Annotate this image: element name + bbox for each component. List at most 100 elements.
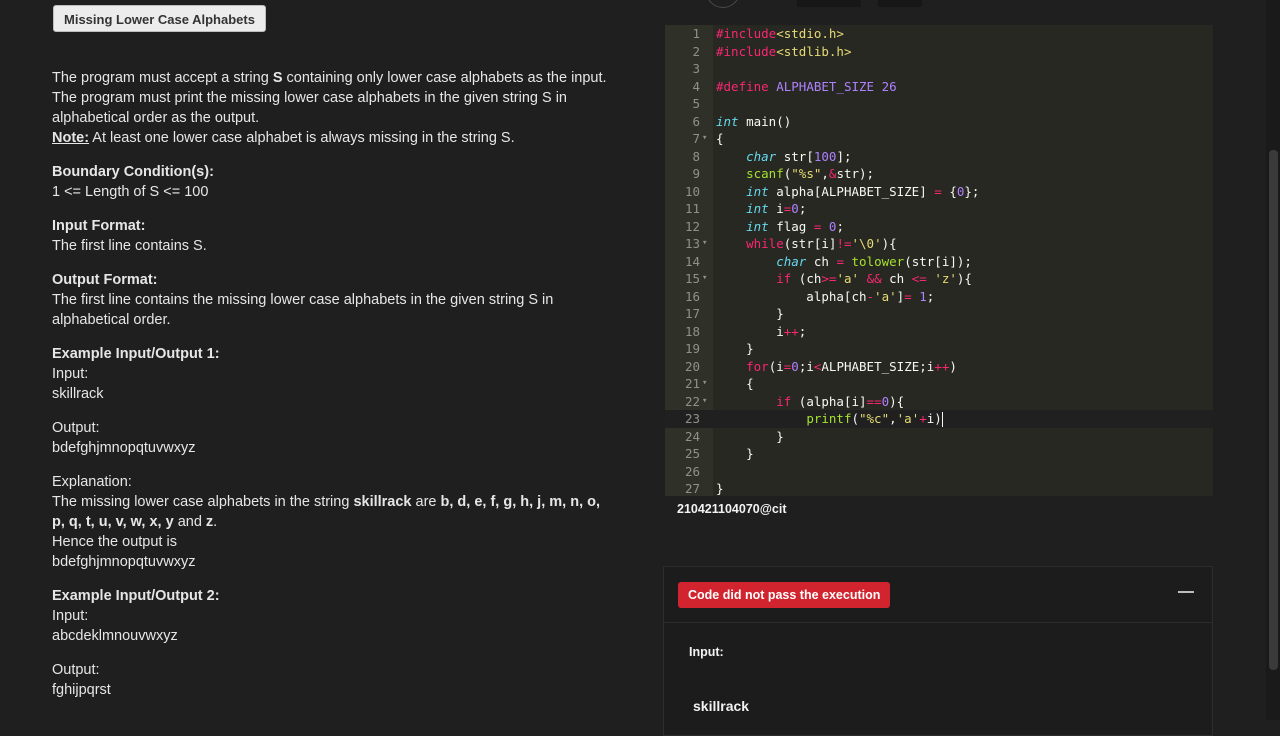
expl-text: and (173, 514, 206, 530)
top-tab-stub (878, 0, 922, 7)
fold-arrow-icon[interactable]: ▾ (702, 375, 710, 393)
collapse-icon[interactable] (1178, 579, 1194, 595)
code-line[interactable]: 5 (665, 95, 1213, 113)
code-line[interactable]: 27} (665, 480, 1213, 496)
line-number: 4 (692, 78, 700, 94)
code-line[interactable]: 21 ▾ { (665, 375, 1213, 393)
execution-result-panel: Code did not pass the execution Input: s… (663, 566, 1213, 736)
line-number: 8 (692, 148, 700, 164)
code-text: i++; (716, 323, 807, 339)
example2-output: fghijpqrst (52, 682, 111, 698)
line-number: 26 (684, 463, 700, 479)
description-paragraph: The program must accept a string S conta… (52, 68, 612, 128)
example1-heading: Example Input/Output 1: (52, 346, 220, 362)
code-line[interactable]: 7 ▾ { (665, 130, 1213, 148)
desc-text: The program must accept a string (52, 70, 273, 86)
code-line[interactable]: 15 ▾ if (ch>='a' && ch <= 'z'){ (665, 270, 1213, 288)
line-number: 1 (692, 26, 700, 41)
code-text: } (716, 341, 754, 356)
result-input-label: Input: (689, 645, 724, 659)
code-text: #include<stdio.h> (716, 26, 844, 41)
line-number: 7 (692, 131, 700, 146)
status-badge: Code did not pass the execution (678, 582, 891, 608)
explanation-text: The missing lower case alphabets in the … (52, 492, 612, 532)
boundary-heading: Boundary Condition(s): (52, 164, 214, 180)
code-line[interactable]: 12 int flag = 0; (665, 218, 1213, 236)
code-line[interactable]: 1 #include<stdio.h> (665, 25, 1213, 43)
code-text: #define ALPHABET_SIZE 26 (716, 78, 897, 94)
expl-text: are (411, 494, 441, 510)
line-number: 15 (684, 271, 700, 286)
code-text: int flag = 0; (746, 218, 844, 234)
result-input-value: skillrack (693, 698, 750, 714)
code-text: if (ch>='a' && ch <= 'z'){ (776, 271, 972, 286)
code-line[interactable]: 19 } (665, 340, 1213, 358)
user-id-label: 210421104070@cit (677, 502, 787, 516)
page-scrollbar[interactable] (1266, 0, 1280, 720)
note-text: At least one lower case alphabet is alwa… (89, 130, 515, 146)
code-editor[interactable]: 1 #include<stdio.h> 2 #include<stdlib.h> 3 4 #… (665, 25, 1213, 496)
problem-panel: Missing Lower Case Alphabets The program… (0, 0, 640, 720)
hence-output: bdefghjmnopqtuvwxyz (52, 554, 196, 570)
code-text: while(str[i]!='\0'){ (746, 236, 897, 251)
input-format-text: The first line contains S. (52, 238, 207, 254)
line-number: 6 (692, 113, 700, 129)
example1-output: bdefghjmnopqtuvwxyz (52, 440, 196, 456)
line-number: 20 (684, 358, 700, 374)
code-text: } (716, 306, 784, 321)
line-number: 19 (684, 341, 700, 356)
code-text: int main() (716, 113, 792, 129)
code-line[interactable]: 3 (665, 60, 1213, 78)
code-text: int alpha[ALPHABET_SIZE] = {0}; (746, 183, 980, 199)
note-label: Note: (52, 130, 90, 146)
example2-output-label: Output: (52, 662, 100, 678)
code-text: printf("%c",'a'+i) (806, 411, 943, 427)
divider (664, 622, 1212, 623)
code-line[interactable]: 13 ▾ while(str[i]!='\0'){ (665, 235, 1213, 253)
code-line[interactable]: 24 } (665, 428, 1213, 446)
code-text: for(i=0;i<ALPHABET_SIZE;i++) (746, 358, 957, 374)
line-number: 23 (684, 411, 700, 426)
text-cursor (941, 412, 943, 427)
line-number: 16 (684, 288, 700, 304)
code-line[interactable]: 23 printf("%c",'a'+i) (665, 410, 1213, 428)
code-line[interactable]: 11 int i=0; (665, 200, 1213, 218)
code-line[interactable]: 17 } (665, 305, 1213, 323)
line-number: 10 (684, 183, 700, 199)
code-line[interactable]: 25 } (665, 445, 1213, 463)
scrollbar-thumb[interactable] (1269, 150, 1278, 670)
code-line[interactable]: 6 int main() (665, 113, 1213, 131)
fold-arrow-icon[interactable]: ▾ (702, 235, 710, 253)
code-line[interactable]: 26 (665, 463, 1213, 481)
top-tab-stub (797, 0, 861, 7)
code-line[interactable]: 22 ▾ if (alpha[i]==0){ (665, 393, 1213, 411)
code-line[interactable]: 16 alpha[ch-'a']= 1; (665, 288, 1213, 306)
code-line[interactable]: 8 char str[100]; (665, 148, 1213, 166)
code-text: } (716, 481, 724, 496)
code-text: #include<stdlib.h> (716, 43, 852, 59)
line-number: 25 (684, 446, 700, 461)
problem-title-button[interactable]: Missing Lower Case Alphabets (53, 5, 266, 32)
code-text: if (alpha[i]==0){ (776, 393, 905, 409)
line-number: 3 (692, 61, 700, 76)
line-number: 27 (684, 481, 700, 496)
fold-arrow-icon[interactable]: ▾ (702, 130, 710, 148)
expl-text: The missing lower case alphabets in the … (52, 494, 354, 510)
code-line[interactable]: 10 int alpha[ALPHABET_SIZE] = {0}; (665, 183, 1213, 201)
boundary-text: 1 <= Length of S <= 100 (52, 184, 209, 200)
desc-variable: S (272, 70, 283, 86)
fold-arrow-icon[interactable]: ▾ (702, 270, 710, 288)
code-line[interactable]: 4 #define ALPHABET_SIZE 26 (665, 78, 1213, 96)
code-line[interactable]: 20 for(i=0;i<ALPHABET_SIZE;i++) (665, 358, 1213, 376)
code-line[interactable]: 18 i++; (665, 323, 1213, 341)
line-number: 13 (684, 236, 700, 251)
code-text: scanf("%s",&str); (746, 166, 875, 181)
code-line[interactable]: 9 scanf("%s",&str); (665, 165, 1213, 183)
code-line[interactable]: 14 char ch = tolower(str[i]); (665, 253, 1213, 271)
code-text: } (716, 428, 784, 444)
code-line[interactable]: 2 #include<stdlib.h> (665, 43, 1213, 61)
fold-arrow-icon[interactable]: ▾ (702, 393, 710, 411)
expl-text: . (213, 514, 218, 530)
example2-input-label: Input: (52, 608, 89, 624)
line-number: 22 (684, 393, 700, 409)
